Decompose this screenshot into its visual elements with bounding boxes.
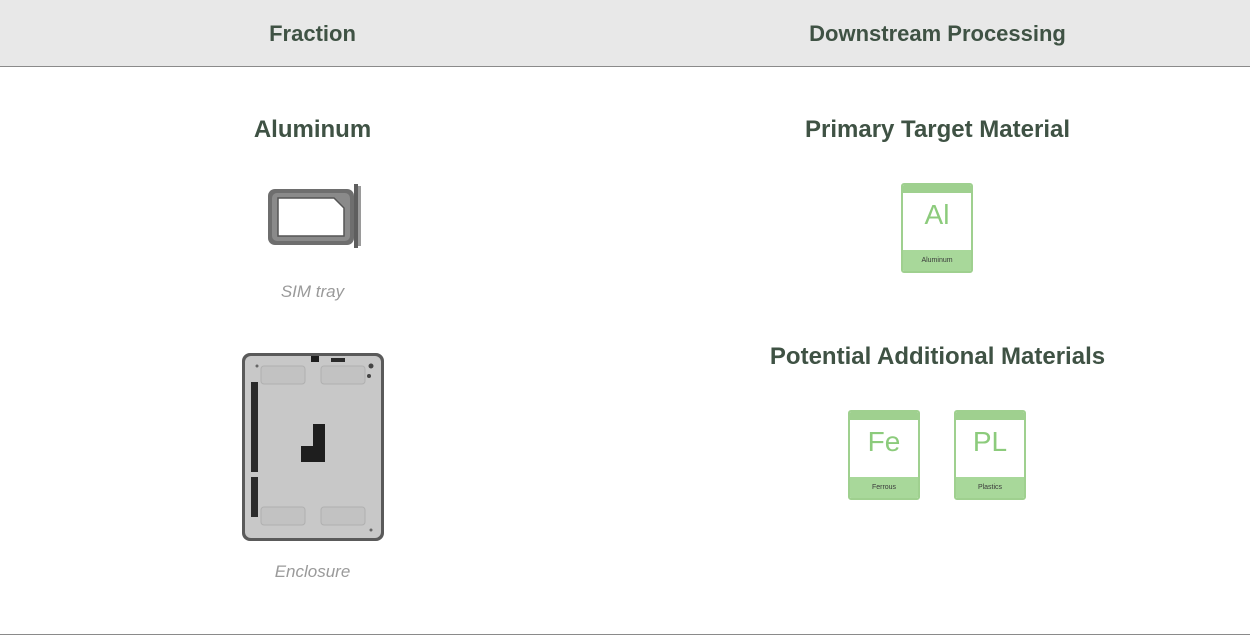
element-symbol: PL: [972, 426, 1008, 457]
tile-top-bar: [850, 412, 918, 420]
element-symbol: Fe: [867, 426, 901, 457]
table-header: Fraction Downstream Processing: [0, 0, 1250, 67]
primary-target-title: Primary Target Material: [805, 116, 1070, 143]
element-tile-ferrous: Fe Ferrous: [848, 410, 920, 500]
element-name: Ferrous: [850, 477, 918, 498]
fraction-title: Aluminum: [253, 116, 372, 143]
caption-sim-tray: SIM tray: [280, 282, 345, 301]
tile-top-bar: [903, 185, 971, 193]
element-tile-aluminum: Al Aluminum: [901, 183, 973, 273]
column-header-fraction: Fraction: [269, 21, 356, 46]
additional-materials-title: Potential Additional Materials: [769, 343, 1106, 370]
table-bottom-divider: [0, 634, 1250, 635]
caption-enclosure: Enclosure: [274, 562, 351, 581]
element-symbol: Al: [924, 199, 950, 230]
sim-tray-icon: [268, 184, 361, 248]
column-header-downstream-processing: Downstream Processing: [809, 21, 1066, 46]
element-name: Plastics: [956, 477, 1024, 498]
element-tile-plastics: PL Plastics: [954, 410, 1026, 500]
enclosure-icon: [242, 353, 384, 541]
element-name: Aluminum: [903, 250, 971, 271]
tile-top-bar: [956, 412, 1024, 420]
